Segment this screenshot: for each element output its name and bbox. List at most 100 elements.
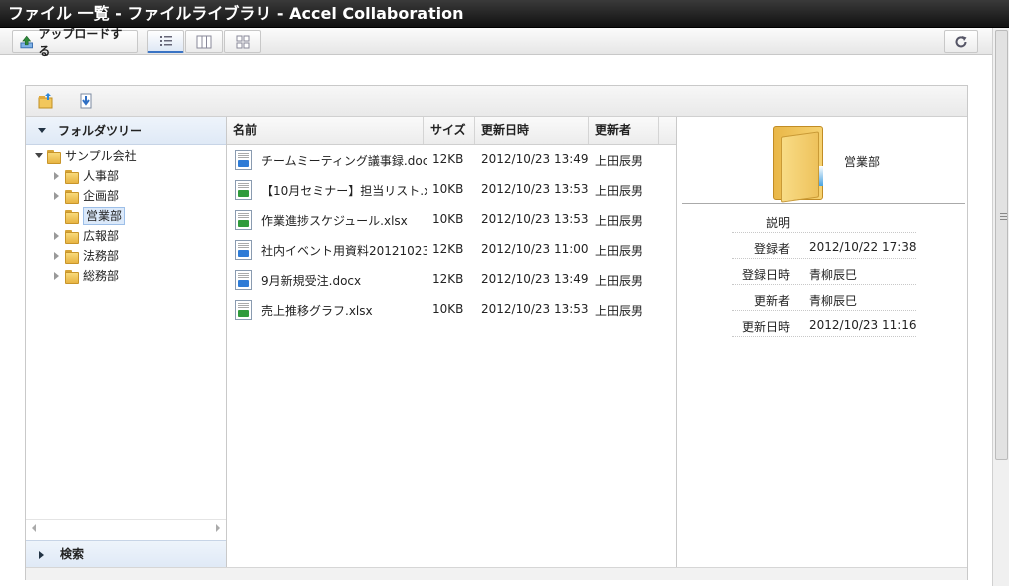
file-user: 上田辰男: [595, 184, 644, 198]
file-date: 2012/10/23 11:00: [481, 242, 589, 256]
tree-node-somu[interactable]: 総務部: [53, 267, 119, 285]
folder-icon: [65, 229, 79, 244]
excel-doc-icon: [235, 180, 252, 200]
file-row[interactable]: 作業進捗スケジュール.xlsx 10KB 2012/10/23 13:53 上田辰男: [227, 206, 677, 234]
no-expander: [53, 212, 61, 220]
prop-key: 更新者: [753, 294, 790, 308]
file-date: 2012/10/23 13:53: [481, 212, 589, 226]
folder-tree: サンプル会社 人事部 企画部 営業部 広報部 法務部 総務部: [26, 145, 226, 519]
upload-button-label: アップロードする: [38, 26, 123, 58]
collapse-icon: [38, 128, 46, 133]
refresh-icon: [955, 35, 967, 47]
excel-doc-icon: [235, 210, 252, 230]
prop-value: 2012/10/22 17:38: [809, 240, 917, 254]
file-row[interactable]: 9月新規受注.docx 12KB 2012/10/23 13:49 上田辰男: [227, 266, 677, 294]
scroll-left-icon[interactable]: [32, 524, 36, 532]
tree-node-label: 広報部: [83, 229, 120, 243]
detail-properties: 説明 登録者 2012/10/22 17:38 登録日時 青柳辰巳 更新者 青柳辰巳 …: [732, 207, 917, 337]
file-size: 10KB: [432, 212, 464, 226]
scrollbar-thumb[interactable]: [995, 30, 1008, 460]
file-user: 上田辰男: [595, 274, 644, 288]
panel-toolbar: [26, 86, 967, 117]
prop-row: 更新日時 2012/10/23 11:16: [732, 311, 917, 337]
file-row[interactable]: 社内イベント用資料20121023.d 12KB 2012/10/23 11:00 上…: [227, 236, 677, 264]
tree-node-label: 総務部: [83, 269, 120, 283]
window-title: ファイル 一覧 - ファイルライブラリ - Accel Collaboratio…: [0, 0, 1009, 28]
column-header-size[interactable]: サイズ: [424, 117, 475, 144]
prop-key: 登録者: [753, 242, 790, 256]
prop-row: 登録日時 青柳辰巳: [732, 259, 916, 285]
file-row[interactable]: チームミーティング議事録.docx 12KB 2012/10/23 13:49 上田辰…: [227, 146, 677, 174]
detail-pane: 営業部 説明 登録者 2012/10/22 17:38 登録日時 青柳辰巳 更新者 青…: [678, 117, 967, 580]
file-date: 2012/10/23 13:49: [481, 272, 589, 286]
tree-node-root[interactable]: サンプル会社: [35, 147, 137, 165]
prop-key: 更新日時: [741, 320, 790, 334]
file-user: 上田辰男: [595, 214, 644, 228]
file-name: 【10月セミナー】担当リスト.xlsx: [261, 184, 427, 198]
search-section-header[interactable]: 検索: [26, 540, 226, 568]
tree-node-label: 法務部: [83, 249, 120, 263]
file-name: 売上推移グラフ.xlsx: [261, 304, 373, 318]
file-row[interactable]: 【10月セミナー】担当リスト.xlsx 10KB 2012/10/23 13:53 上…: [227, 176, 677, 204]
folder-tree-title: フォルダツリー: [58, 124, 143, 138]
folder-icon: [65, 169, 79, 184]
tree-node-label: 人事部: [83, 169, 120, 183]
refresh-button[interactable]: [944, 30, 978, 53]
tree-node-jinji[interactable]: 人事部: [53, 167, 119, 185]
expand-right-icon: [39, 551, 44, 559]
file-row[interactable]: 売上推移グラフ.xlsx 10KB 2012/10/23 13:53 上田辰男: [227, 296, 677, 324]
folder-icon: [65, 189, 79, 204]
prop-key: 説明: [765, 216, 790, 230]
column-view-button[interactable]: [185, 30, 223, 53]
prop-row: 更新者 青柳辰巳: [732, 285, 916, 311]
tree-node-koho[interactable]: 広報部: [53, 227, 119, 245]
file-library-panel: フォルダツリー サンプル会社 人事部 企画部 営業部 広報部 法務部 総務部 検…: [25, 85, 968, 580]
file-size: 10KB: [432, 302, 464, 316]
tree-node-homu[interactable]: 法務部: [53, 247, 119, 265]
tree-node-label: 企画部: [83, 189, 120, 203]
folder-icon: [65, 269, 79, 284]
excel-doc-icon: [235, 300, 252, 320]
expand-right-icon[interactable]: [53, 232, 61, 240]
expand-right-icon[interactable]: [53, 192, 61, 200]
thumbnail-view-button[interactable]: [224, 30, 261, 53]
tree-node-eigyo[interactable]: 営業部: [53, 207, 126, 225]
file-user: 上田辰男: [595, 154, 644, 168]
download-icon[interactable]: [77, 92, 95, 110]
list-view-button[interactable]: [147, 30, 184, 53]
column-header-date[interactable]: 更新日時: [475, 117, 589, 144]
file-date: 2012/10/23 13:49: [481, 152, 589, 166]
file-list: 名前 サイズ 更新日時 更新者 チームミーティング議事録.docx 12KB 201…: [227, 117, 677, 580]
tree-horizontal-scrollbar[interactable]: [26, 519, 226, 535]
scroll-right-icon[interactable]: [216, 524, 220, 532]
file-user: 上田辰男: [595, 304, 644, 318]
new-folder-icon[interactable]: [37, 92, 55, 110]
folder-icon: [47, 149, 61, 164]
expand-right-icon[interactable]: [53, 272, 61, 280]
expand-down-icon[interactable]: [35, 152, 43, 160]
word-doc-icon: [235, 270, 252, 290]
file-date: 2012/10/23 13:53: [481, 302, 589, 316]
page-scrollbar[interactable]: [992, 28, 1009, 586]
folder-tree-pane: フォルダツリー サンプル会社 人事部 企画部 営業部 広報部 法務部 総務部 検…: [26, 117, 227, 568]
prop-value: 青柳辰巳: [809, 294, 858, 308]
prop-row: 登録者 2012/10/22 17:38: [732, 233, 917, 259]
folder-tree-header[interactable]: フォルダツリー: [26, 117, 226, 145]
word-doc-icon: [235, 150, 252, 170]
file-size: 10KB: [432, 182, 464, 196]
file-size: 12KB: [432, 272, 464, 286]
column-header-user[interactable]: 更新者: [589, 117, 659, 144]
column-header-name[interactable]: 名前: [227, 117, 424, 144]
expand-right-icon[interactable]: [53, 252, 61, 260]
upload-button[interactable]: アップロードする: [12, 27, 138, 58]
large-folder-icon: [773, 126, 827, 203]
file-list-header: 名前 サイズ 更新日時 更新者: [227, 117, 676, 145]
file-name: 9月新規受注.docx: [261, 274, 362, 288]
detail-folder-name: 営業部: [844, 155, 881, 169]
main-toolbar: アップロードする: [0, 27, 992, 58]
expand-right-icon[interactable]: [53, 172, 61, 180]
thumbnail-view-icon: [236, 35, 249, 48]
folder-icon: [65, 209, 79, 224]
file-size: 12KB: [432, 152, 464, 166]
tree-node-kikaku[interactable]: 企画部: [53, 187, 119, 205]
